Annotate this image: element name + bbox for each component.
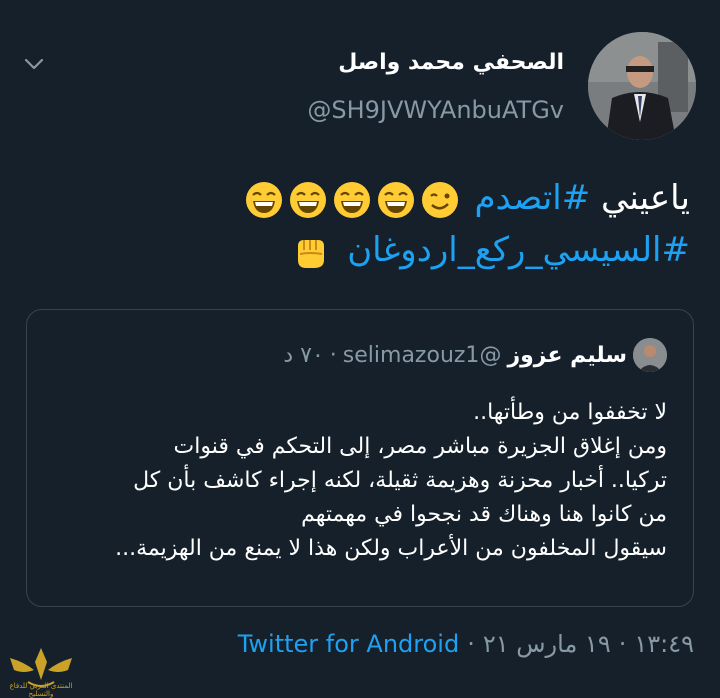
quoted-tweet[interactable]: سليم عزوز @selimazouz1 · ٧٠ د لا تخففوا … (26, 309, 694, 607)
profile-photo-icon (588, 32, 696, 140)
quoted-avatar (633, 338, 667, 372)
laughing-emoji-icon (377, 181, 414, 218)
hashtag-link[interactable]: #اتصدم (474, 178, 590, 218)
quoted-tweet-header: سليم عزوز @selimazouz1 · ٧٠ د (283, 338, 667, 372)
emoji-group (244, 180, 460, 220)
quoted-handle: @selimazouz1 (342, 342, 502, 368)
tweet-text: ياعيني #اتصدم #السيسي_ركع_اردوغان (30, 172, 690, 276)
fist-emoji-icon (298, 239, 325, 268)
meta-separator: · (618, 630, 627, 658)
meta-separator: · (467, 630, 475, 658)
chevron-down-icon[interactable] (22, 52, 46, 76)
tweet-meta: ١٣:٤٩ · ١٩ مارس ٢١ · Twitter for Android (238, 630, 694, 658)
quoted-profile-photo-icon (633, 338, 667, 372)
quoted-line: ومن إغلاق الجزيرة مباشر مصر، إلى التحكم … (173, 434, 667, 459)
tweet-source-link[interactable]: Twitter for Android (238, 630, 459, 658)
hashtag-link[interactable]: #السيسي_ركع_اردوغان (347, 230, 690, 270)
quoted-line: من كانوا هنا وهناك قد نجحوا في مهمتهم (301, 502, 667, 527)
quoted-line: سيقول المخلفون من الأعراب ولكن هذا لا يم… (115, 536, 667, 561)
wink-emoji-icon (421, 181, 458, 218)
quoted-line: لا تخففوا من وطأتها.. (473, 400, 667, 425)
tweet-time: ١٣:٤٩ (634, 630, 694, 658)
quoted-timestamp: ٧٠ د (283, 342, 324, 368)
laughing-emoji-icon (289, 181, 326, 218)
display-name[interactable]: الصحفي محمد واصل (338, 50, 564, 75)
forum-watermark-text: المنتدى العربي للدفاع والتسليح (9, 682, 73, 698)
user-handle[interactable]: @SH9JVWYAnbuATGv (307, 96, 564, 124)
tweet-date: ١٩ مارس ٢١ (482, 630, 611, 658)
tweet-prefix: ياعيني (601, 178, 690, 218)
quoted-separator: · (329, 342, 337, 368)
quoted-line: تركيا.. أخبار محزنة وهزيمة ثقيلة، لكنه إ… (133, 468, 667, 493)
laughing-emoji-icon (333, 181, 370, 218)
laughing-emoji-icon (245, 181, 282, 218)
avatar[interactable] (588, 32, 696, 140)
quoted-tweet-text: لا تخففوا من وطأتها.. ومن إغلاق الجزيرة … (47, 396, 667, 566)
quoted-display-name: سليم عزوز (507, 342, 627, 368)
